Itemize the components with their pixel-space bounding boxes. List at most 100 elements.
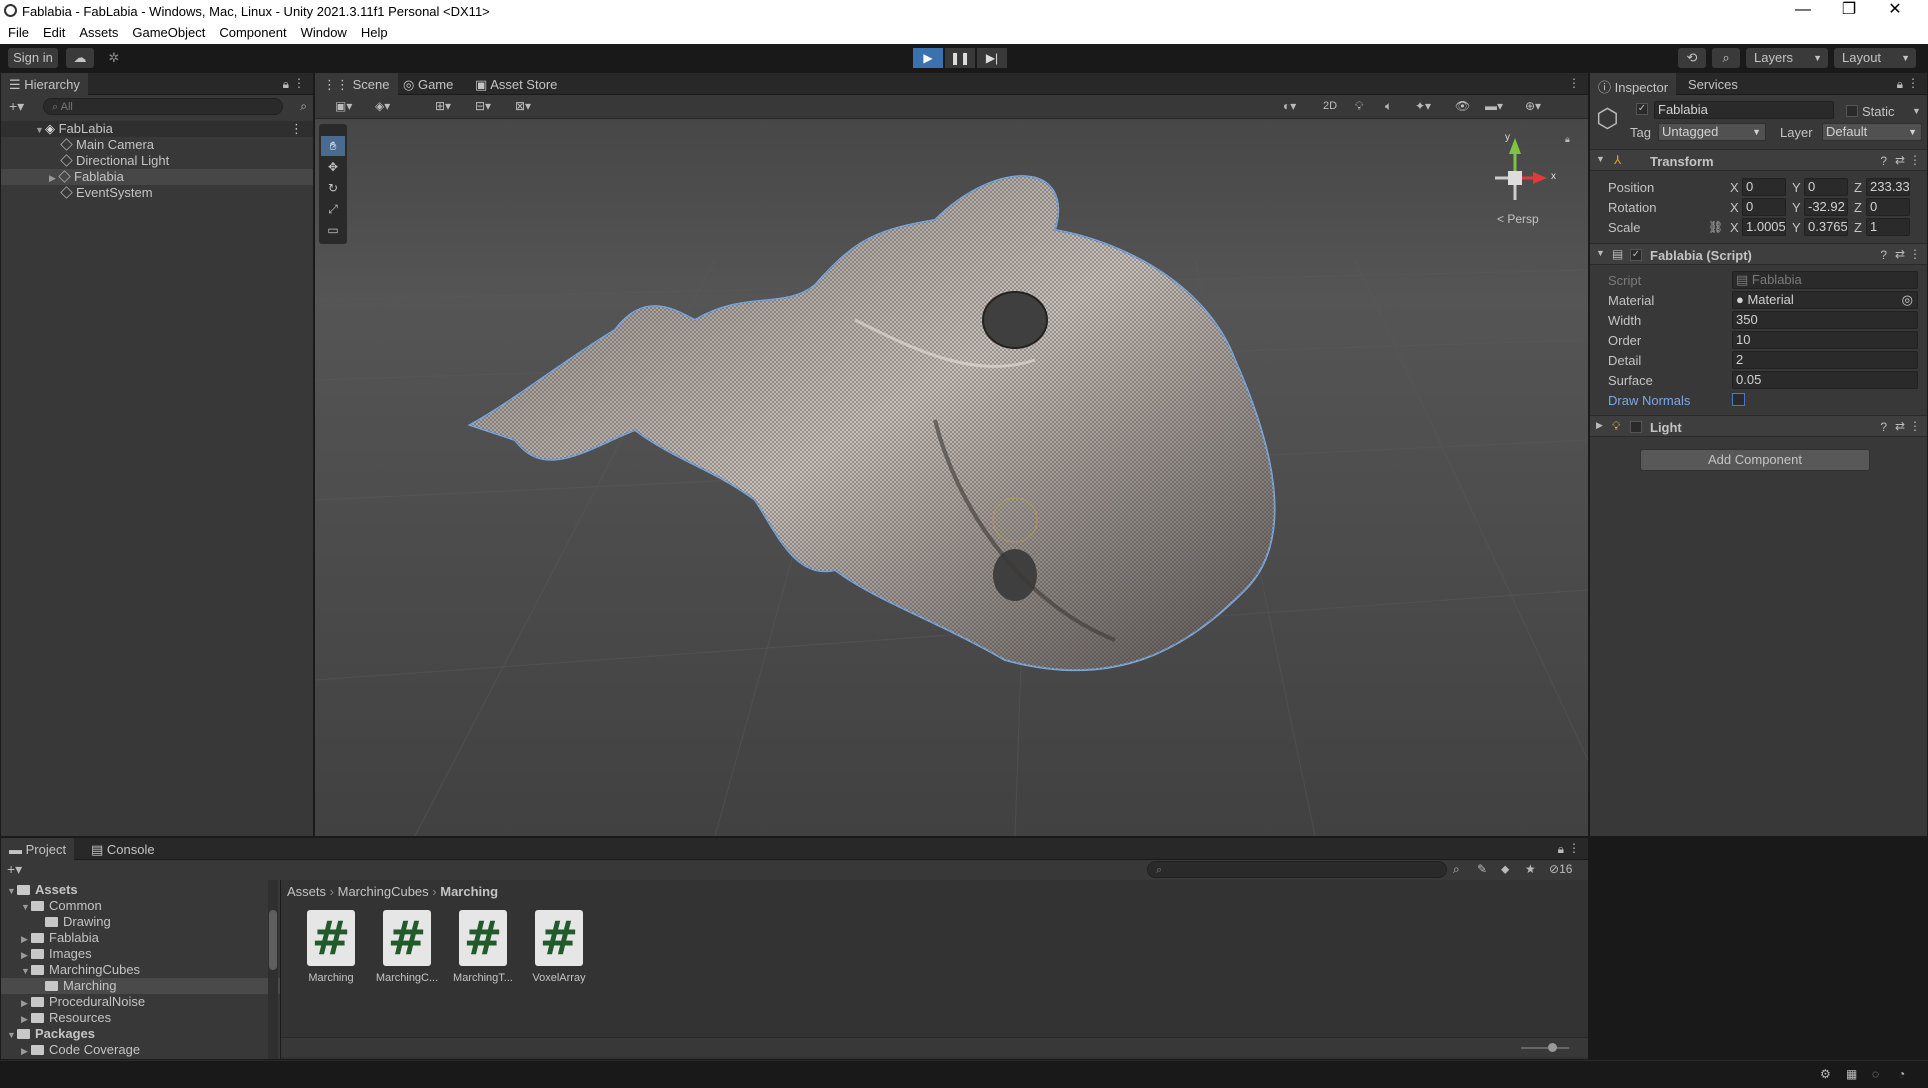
preset-icon[interactable]: ⇄ [1895,419,1905,433]
camera-icon[interactable]: ▬▾ [1485,99,1503,113]
material-field[interactable]: ● Material ◎ [1732,291,1918,309]
layers-dropdown[interactable]: Layers ▼ [1746,48,1828,68]
more-icon[interactable]: ⋮ [1909,419,1921,433]
project-tree-item[interactable]: ▼ Common [1,898,280,914]
project-tree-item[interactable]: ▶ Images [1,946,280,962]
tab-game[interactable]: ◎ Game [395,73,461,95]
project-tree-item[interactable]: ▼ Packages [1,1026,280,1042]
asset-voxelarray[interactable]: # VoxelArray [527,910,591,984]
pause-button[interactable]: ❚❚ [945,48,975,68]
menu-edit[interactable]: Edit [35,22,71,40]
project-tree-item[interactable]: Marching [1,978,280,994]
layout-dropdown[interactable]: Layout ▼ [1834,48,1916,68]
more-icon[interactable]: ⋮ [1568,841,1580,855]
project-search-input[interactable]: ⌕ [1147,861,1447,878]
expand-arrow-icon[interactable]: ▼ [21,899,31,915]
script-header[interactable]: ▼ ▤ ✓ Fablabia (Script) ? ⇄ ⋮ [1590,243,1927,265]
chevron-down-icon[interactable]: ▼ [1912,106,1921,116]
more-icon[interactable]: ⋮ [1568,76,1580,90]
project-tree-item[interactable]: ▼ Assets [1,882,280,898]
notifications-icon[interactable]: ◔ [1898,1067,1905,1081]
project-tree-item[interactable]: ▶ Code Coverage [1,1042,280,1058]
menu-help[interactable]: Help [353,22,394,40]
audio-icon[interactable]: 🔈︎ [1385,99,1392,114]
hierarchy-search-input[interactable]: ⌕ All [43,98,283,115]
surface-input[interactable]: 0.05 [1732,371,1918,389]
more-icon[interactable]: ⋮ [1907,76,1919,90]
position-z-input[interactable]: 233.33 [1866,178,1910,196]
tag-dropdown[interactable]: Untagged ▼ [1658,123,1766,141]
search-icon[interactable]: ⌕ [1712,48,1740,68]
add-component-button[interactable]: Add Component [1640,449,1870,471]
scale-x-input[interactable]: 1.0005 [1742,218,1786,236]
hand-tool-icon[interactable]: ✋︎ [321,136,345,156]
project-tree-item[interactable]: ▶ Fablabia [1,930,280,946]
expand-arrow-icon[interactable]: ▶ [21,1043,31,1059]
expand-arrow-icon[interactable]: ▶ [49,170,59,186]
width-input[interactable]: 350 [1732,311,1918,329]
grid-icon[interactable]: ⊟▾ [475,99,491,113]
tab-project[interactable]: ▬ Project [1,838,75,860]
zoom-slider-track[interactable] [1521,1047,1569,1049]
light-enabled-checkbox[interactable] [1630,421,1642,433]
minimize-button[interactable]: — [1780,0,1826,22]
tab-inspector[interactable]: ⓘ Inspector [1590,73,1677,95]
play-button[interactable]: ▶ [913,48,943,68]
scene-row[interactable]: ▼◈ FabLabia ⋮ [1,121,313,137]
transform-header[interactable]: ▼ ⅄ Transform ? ⇄ ⋮ [1590,149,1927,171]
help-icon[interactable]: ? [1880,420,1887,434]
scale-z-input[interactable]: 1 [1866,218,1910,236]
asset-marchingc[interactable]: # MarchingC... [375,910,439,984]
collab-icon[interactable]: ✲ [100,48,128,68]
hidden-packages-icon[interactable]: ⊘16 [1549,862,1572,876]
rotation-x-input[interactable]: 0 [1742,198,1786,216]
scene-viewport[interactable]: ✋︎ ✥ ↻ ⤢ ▭ y x 🔒︎ < Persp [315,120,1588,836]
history-icon[interactable]: ⟲ [1678,48,1706,68]
active-checkbox[interactable]: ✓ [1636,103,1648,115]
menu-gameobject[interactable]: GameObject [124,22,211,40]
expand-arrow-icon[interactable]: ▼ [1596,154,1605,164]
menu-component[interactable]: Component [211,22,292,40]
tree-scrollbar-thumb[interactable] [269,910,277,970]
asset-marching[interactable]: # Marching [299,910,363,984]
menu-assets[interactable]: Assets [71,22,124,40]
more-icon[interactable]: ⋮ [1909,247,1921,261]
layer-dropdown[interactable]: Default ▼ [1822,123,1922,141]
draw-mode-icon[interactable]: ▣▾ [335,99,352,113]
search-by-label-icon[interactable]: ✎ [1477,862,1487,876]
rotation-y-input[interactable]: -32.92 [1804,198,1848,216]
tab-services[interactable]: Services [1680,73,1746,95]
expand-arrow-icon[interactable]: ▶ [21,931,31,947]
project-tree-item[interactable]: Drawing [1,914,280,930]
lock-icon[interactable]: 🔒︎ [1897,77,1903,92]
hierarchy-item-fablabia[interactable]: ▶ Fablabia [1,169,313,185]
expand-arrow-icon[interactable]: ▼ [35,122,45,138]
sign-in-button[interactable]: Sign in [8,48,58,68]
more-icon[interactable]: ⋮ [1909,153,1921,167]
search-by-type-icon[interactable]: ⌕ [1453,862,1460,877]
shading-icon[interactable]: ◐▾ [1283,99,1296,113]
expand-arrow-icon[interactable]: ▶ [21,947,31,963]
lock-icon[interactable]: 🔒︎ [1558,842,1564,857]
expand-arrow-icon[interactable]: ▼ [7,883,17,899]
hierarchy-item-directional-light[interactable]: Directional Light [1,153,313,169]
progress-icon[interactable]: ◌ [1872,1067,1879,1081]
tab-scene[interactable]: ⋮⋮ Scene [315,73,398,95]
more-icon[interactable]: ⋮ [290,121,303,137]
hidden-objects-icon[interactable]: 👁︎ [1455,99,1470,113]
hierarchy-item-eventsystem[interactable]: EventSystem [1,185,313,201]
expand-arrow-icon[interactable]: ▼ [21,963,31,979]
more-icon[interactable]: ⋮ [293,76,305,90]
close-button[interactable]: ✕ [1872,0,1918,22]
scale-y-input[interactable]: 0.3765 [1804,218,1848,236]
hierarchy-item-main-camera[interactable]: Main Camera [1,137,313,153]
link-icon[interactable]: ⛓︎ [1708,220,1723,234]
search-filter-icon[interactable]: ⌕ [300,99,307,114]
2d-toggle[interactable]: 2D [1323,100,1337,112]
rotate-tool-icon[interactable]: ↻ [321,178,345,198]
order-input[interactable]: 10 [1732,331,1918,349]
tab-asset-store[interactable]: ▣ Asset Store [467,73,565,95]
project-tree-item[interactable]: ▶ ProceduralNoise [1,994,280,1010]
scale-tool-icon[interactable]: ⤢ [321,199,345,219]
menu-window[interactable]: Window [293,22,353,40]
